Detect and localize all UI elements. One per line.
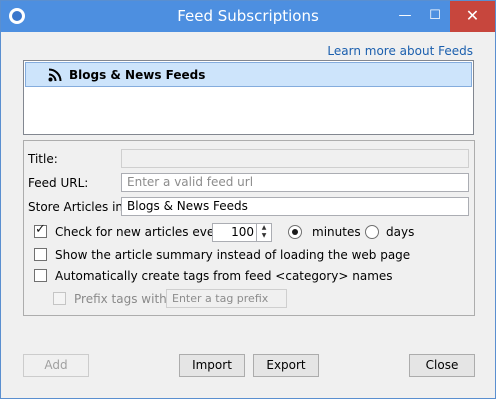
title-field[interactable] <box>121 149 469 168</box>
autotag-checkbox[interactable] <box>34 269 47 282</box>
prefix-placeholder: Enter a tag prefix <box>172 292 269 305</box>
import-button[interactable]: Import <box>179 354 245 377</box>
prefix-field[interactable]: Enter a tag prefix <box>166 289 287 308</box>
store-articles-field[interactable]: Blogs & News Feeds <box>121 197 469 216</box>
minimize-button[interactable]: — <box>390 1 420 32</box>
store-articles-label: Store Articles in: <box>28 200 128 214</box>
feed-settings-group: Title: Feed URL: Enter a valid feed url … <box>23 140 475 316</box>
add-button[interactable]: Add <box>23 354 89 377</box>
export-button[interactable]: Export <box>253 354 319 377</box>
days-label: days <box>386 225 415 239</box>
maximize-button[interactable]: ☐ <box>420 1 450 32</box>
chevron-up-icon[interactable]: ▲ <box>257 224 271 232</box>
check-articles-label: Check for new articles every <box>55 225 227 239</box>
stepper-buttons[interactable]: ▲ ▼ <box>256 224 271 241</box>
check-articles-checkbox[interactable] <box>34 222 47 238</box>
summary-checkbox[interactable] <box>34 248 47 261</box>
interval-stepper[interactable]: 100 ▲ ▼ <box>212 223 272 242</box>
days-radio[interactable] <box>365 225 379 239</box>
feed-url-placeholder: Enter a valid feed url <box>127 175 254 189</box>
interval-value: 100 <box>231 225 254 239</box>
close-window-button[interactable]: ✕ <box>450 1 495 32</box>
feed-subscriptions-dialog: Feed Subscriptions — ☐ ✕ Learn more abou… <box>0 0 496 399</box>
autotag-label: Automatically create tags from feed <cat… <box>55 269 393 283</box>
minutes-radio[interactable] <box>288 225 302 239</box>
minutes-label: minutes <box>312 225 361 239</box>
feed-label: Blogs & News Feeds <box>69 68 206 82</box>
learn-more-link[interactable]: Learn more about Feeds <box>327 44 473 58</box>
list-item[interactable]: Blogs & News Feeds <box>25 62 472 87</box>
prefix-checkbox[interactable] <box>53 292 66 305</box>
rss-icon <box>48 68 62 82</box>
prefix-label: Prefix tags with: <box>74 292 171 306</box>
summary-label: Show the article summary instead of load… <box>55 248 411 262</box>
chevron-down-icon[interactable]: ▼ <box>257 232 271 240</box>
title-bar: Feed Subscriptions — ☐ ✕ <box>1 1 495 32</box>
feed-list[interactable]: Blogs & News Feeds <box>23 60 474 135</box>
feed-url-label: Feed URL: <box>28 176 89 190</box>
feed-url-field[interactable]: Enter a valid feed url <box>121 173 469 192</box>
title-label: Title: <box>28 152 58 166</box>
close-button[interactable]: Close <box>409 354 475 377</box>
